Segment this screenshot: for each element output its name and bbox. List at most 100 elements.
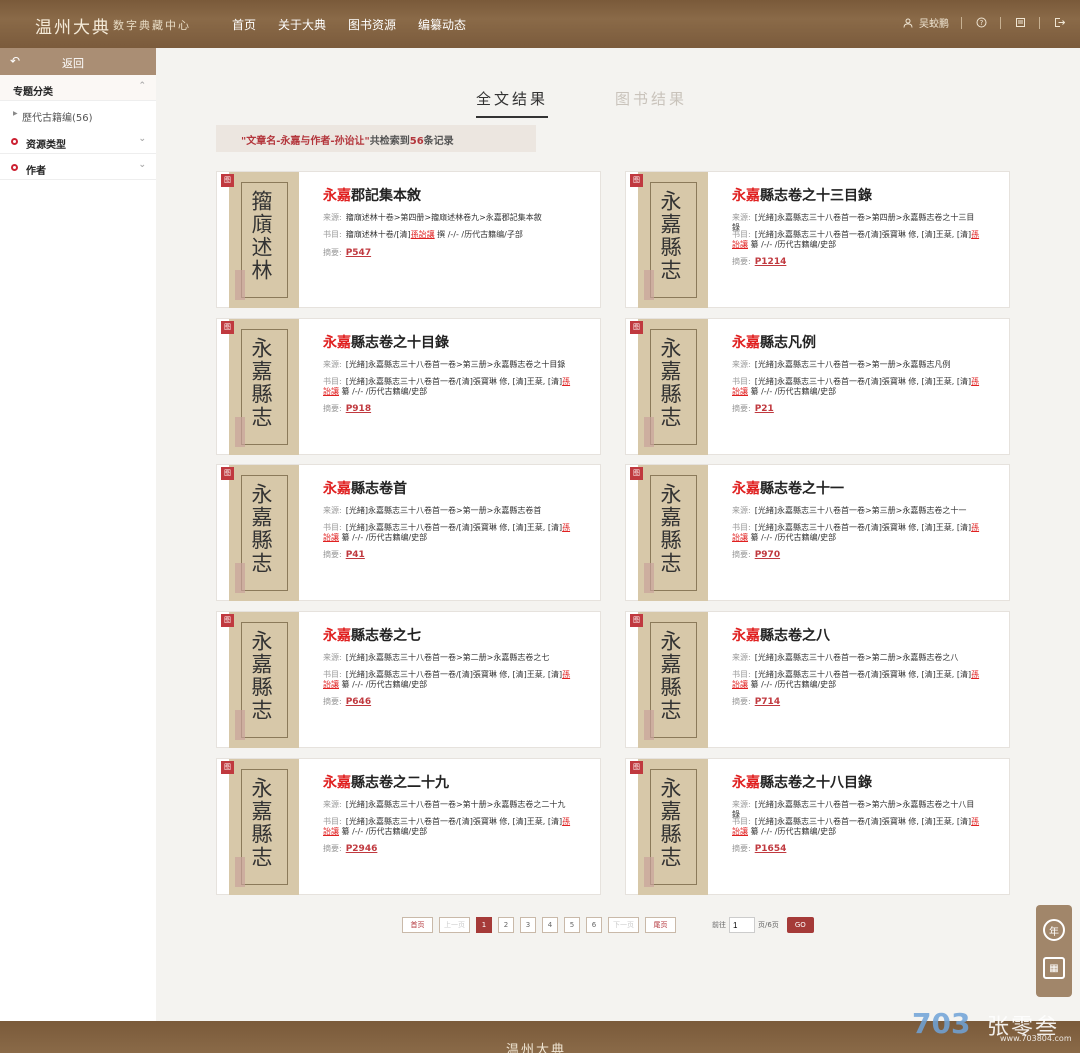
result-card[interactable]: 永嘉縣志 图永嘉縣志卷之二十九 来源: [光緒]永嘉縣志三十八卷首一卷>第十册>永嘉縣…	[216, 758, 601, 895]
result-card[interactable]: 永嘉縣志图永嘉縣志卷之十三目錄 来源: [光緒]永嘉縣志三十八卷首一卷>第四册>永嘉…	[625, 171, 1010, 308]
nav-home[interactable]: 首页	[232, 16, 256, 33]
result-title[interactable]: 永嘉縣志卷之七	[323, 625, 421, 645]
book-cover-thumbnail[interactable]: 永嘉縣志	[229, 319, 299, 455]
user-name[interactable]: 吴蛟鹏	[919, 15, 949, 30]
last-page-button[interactable]: 尾页	[645, 917, 676, 933]
result-card[interactable]: 永嘉縣志图永嘉縣志卷之十八目錄 来源: [光緒]永嘉縣志三十八卷首一卷>第六册>永嘉…	[625, 758, 1010, 895]
book-cover-thumbnail[interactable]: 永嘉縣志	[638, 612, 708, 748]
summary-label: 摘要:	[732, 844, 751, 853]
site-brand[interactable]: 温州大典	[35, 13, 111, 38]
book-text-rest: 纂 /-/- /历代古籍编/史部	[748, 827, 837, 836]
page-link[interactable]: P2946	[346, 844, 378, 854]
source-label: 来源:	[323, 800, 342, 809]
page-link[interactable]: P547	[346, 248, 371, 258]
book-cover-thumbnail[interactable]: 永嘉縣志	[638, 759, 708, 895]
logout-icon[interactable]	[1052, 16, 1066, 30]
result-book: 书目: [光緒]永嘉縣志三十八卷首一卷/[清]張寶琳 修, [清]王棻, [清]孫…	[732, 670, 982, 690]
chevron-down-icon: ⌄	[138, 134, 146, 144]
book-cover-thumbnail[interactable]: 永嘉縣志	[229, 465, 299, 601]
goto-page-input[interactable]	[729, 917, 755, 933]
circle-bullet-icon	[11, 138, 18, 145]
book-cover-thumbnail[interactable]: 籀廎述林	[229, 172, 299, 308]
prev-page-button[interactable]: 上一页	[439, 917, 470, 933]
next-page-button[interactable]: 下一页	[608, 917, 639, 933]
sidebar-section-resource-type[interactable]: 资源类型 ⌄	[0, 128, 156, 154]
result-title[interactable]: 永嘉縣志卷之十目錄	[323, 332, 449, 352]
result-card[interactable]: 永嘉縣志 图永嘉縣志卷之十一来源: [光緒]永嘉縣志三十八卷首一卷>第三册>永嘉縣志…	[625, 464, 1010, 601]
go-button[interactable]: GO	[786, 917, 814, 933]
image-badge: 图	[630, 467, 643, 480]
page-button[interactable]: 3	[520, 917, 536, 933]
result-title[interactable]: 永嘉縣志卷之二十九	[323, 772, 449, 792]
book-cover-thumbnail[interactable]: 永嘉縣志	[638, 172, 708, 308]
page-link[interactable]: P21	[755, 404, 774, 414]
tab-fulltext[interactable]: 全文结果	[476, 88, 549, 118]
sidebar-item-ancient-books[interactable]: ▶ 歷代古籍编(56)	[0, 101, 156, 128]
nav-books[interactable]: 图书资源	[348, 16, 396, 33]
page-link[interactable]: P646	[346, 697, 371, 707]
source-label: 来源:	[323, 506, 342, 515]
document-icon[interactable]	[1013, 16, 1027, 30]
source-path: [光緒]永嘉縣志三十八卷首一卷>第一册>永嘉縣志卷首	[345, 506, 542, 515]
result-card[interactable]: 永嘉縣志 图永嘉縣志卷之八来源: [光緒]永嘉縣志三十八卷首一卷>第二册>永嘉縣志卷…	[625, 611, 1010, 748]
result-source: 来源: 籀廎述林十卷>第四册>籀廎述林卷九>永嘉郡記集本敘	[323, 213, 573, 223]
book-label: 书目:	[732, 670, 751, 679]
sidebar-section-author[interactable]: 作者 ⌄	[0, 154, 156, 180]
book-cover-thumbnail[interactable]: 永嘉縣志	[229, 759, 299, 895]
page-link[interactable]: P1214	[755, 257, 787, 267]
source-label: 来源:	[323, 653, 342, 662]
page-button[interactable]: 1	[476, 917, 492, 933]
title-rest: 縣志卷之十目錄	[351, 335, 449, 351]
help-icon[interactable]: ?	[974, 16, 988, 30]
page-link[interactable]: P41	[346, 550, 365, 560]
result-source: 来源: [光緒]永嘉縣志三十八卷首一卷>第十册>永嘉縣志卷之二十九	[323, 800, 573, 810]
source-label: 来源:	[732, 360, 751, 369]
page-button[interactable]: 6	[586, 917, 602, 933]
result-title[interactable]: 永嘉縣志卷之八	[732, 625, 830, 645]
page-button[interactable]: 5	[564, 917, 580, 933]
book-text: [光緒]永嘉縣志三十八卷首一卷/[清]張寶琳 修, [清]王棻, [清]	[754, 817, 972, 826]
page-button[interactable]: 2	[498, 917, 514, 933]
result-card[interactable]: 永嘉縣志 图永嘉縣志卷首 来源: [光緒]永嘉縣志三十八卷首一卷>第一册>永嘉縣志卷首…	[216, 464, 601, 601]
cover-seal	[644, 710, 654, 740]
result-book: 书目: [光緒]永嘉縣志三十八卷首一卷/[清]張寶琳 修, [清]王棻, [清]孫…	[732, 523, 982, 543]
book-cover-thumbnail[interactable]: 永嘉縣志	[638, 465, 708, 601]
result-card[interactable]: 籀廎述林 图永嘉郡記集本敘 来源: 籀廎述林十卷>第四册>籀廎述林卷九>永嘉郡記集本敘…	[216, 171, 601, 308]
result-card[interactable]: 永嘉縣志 图永嘉縣志卷之十目錄 来源: [光緒]永嘉縣志三十八卷首一卷>第三册>永嘉縣…	[216, 318, 601, 455]
year-icon[interactable]: 年	[1043, 919, 1065, 941]
result-title[interactable]: 永嘉縣志卷首	[323, 478, 407, 498]
page-link[interactable]: P714	[755, 697, 780, 707]
back-arrow-icon: ↶	[10, 54, 21, 68]
book-cover-thumbnail[interactable]: 永嘉縣志	[229, 612, 299, 748]
page-link[interactable]: P918	[346, 404, 371, 414]
page-button[interactable]: 4	[542, 917, 558, 933]
circle-bullet-icon	[11, 164, 18, 171]
image-badge: 图	[630, 614, 643, 627]
page-link[interactable]: P970	[755, 550, 780, 560]
summary-label: 摘要:	[732, 697, 751, 706]
tab-books[interactable]: 图书结果	[615, 88, 687, 109]
first-page-button[interactable]: 首页	[402, 917, 433, 933]
nav-about[interactable]: 关于大典	[278, 16, 326, 33]
book-icon[interactable]: ▦	[1043, 957, 1065, 979]
result-summary: 摘要: P970	[732, 550, 982, 560]
result-title[interactable]: 永嘉縣志卷之十八目錄	[732, 772, 872, 792]
result-title[interactable]: 永嘉郡記集本敘	[323, 185, 421, 205]
title-highlight: 永嘉	[323, 481, 351, 497]
sidebar-section-topic[interactable]: 专题分类 ⌃	[0, 75, 156, 101]
result-source: 来源: [光緒]永嘉縣志三十八卷首一卷>第二册>永嘉縣志卷之八	[732, 653, 982, 663]
nav-news[interactable]: 编纂动态	[418, 16, 466, 33]
result-title[interactable]: 永嘉縣志卷之十一	[732, 478, 844, 498]
result-title[interactable]: 永嘉縣志卷之十三目錄	[732, 185, 872, 205]
source-label: 来源:	[732, 506, 751, 515]
back-button[interactable]: ↶ 返回	[0, 48, 156, 75]
image-badge: 图	[630, 321, 643, 334]
book-cover-thumbnail[interactable]: 永嘉縣志	[638, 319, 708, 455]
result-count: 56	[409, 136, 424, 147]
result-title[interactable]: 永嘉縣志凡例	[732, 332, 816, 352]
result-source: 来源: [光緒]永嘉縣志三十八卷首一卷>第三册>永嘉縣志卷之十一	[732, 506, 982, 516]
result-card[interactable]: 永嘉縣志 图永嘉縣志卷之七 来源: [光緒]永嘉縣志三十八卷首一卷>第二册>永嘉縣志卷…	[216, 611, 601, 748]
result-source: 来源: [光緒]永嘉縣志三十八卷首一卷>第一册>永嘉縣志凡例	[732, 360, 982, 370]
result-card[interactable]: 永嘉縣志 图永嘉縣志凡例来源: [光緒]永嘉縣志三十八卷首一卷>第一册>永嘉縣志凡例…	[625, 318, 1010, 455]
page-link[interactable]: P1654	[755, 844, 787, 854]
